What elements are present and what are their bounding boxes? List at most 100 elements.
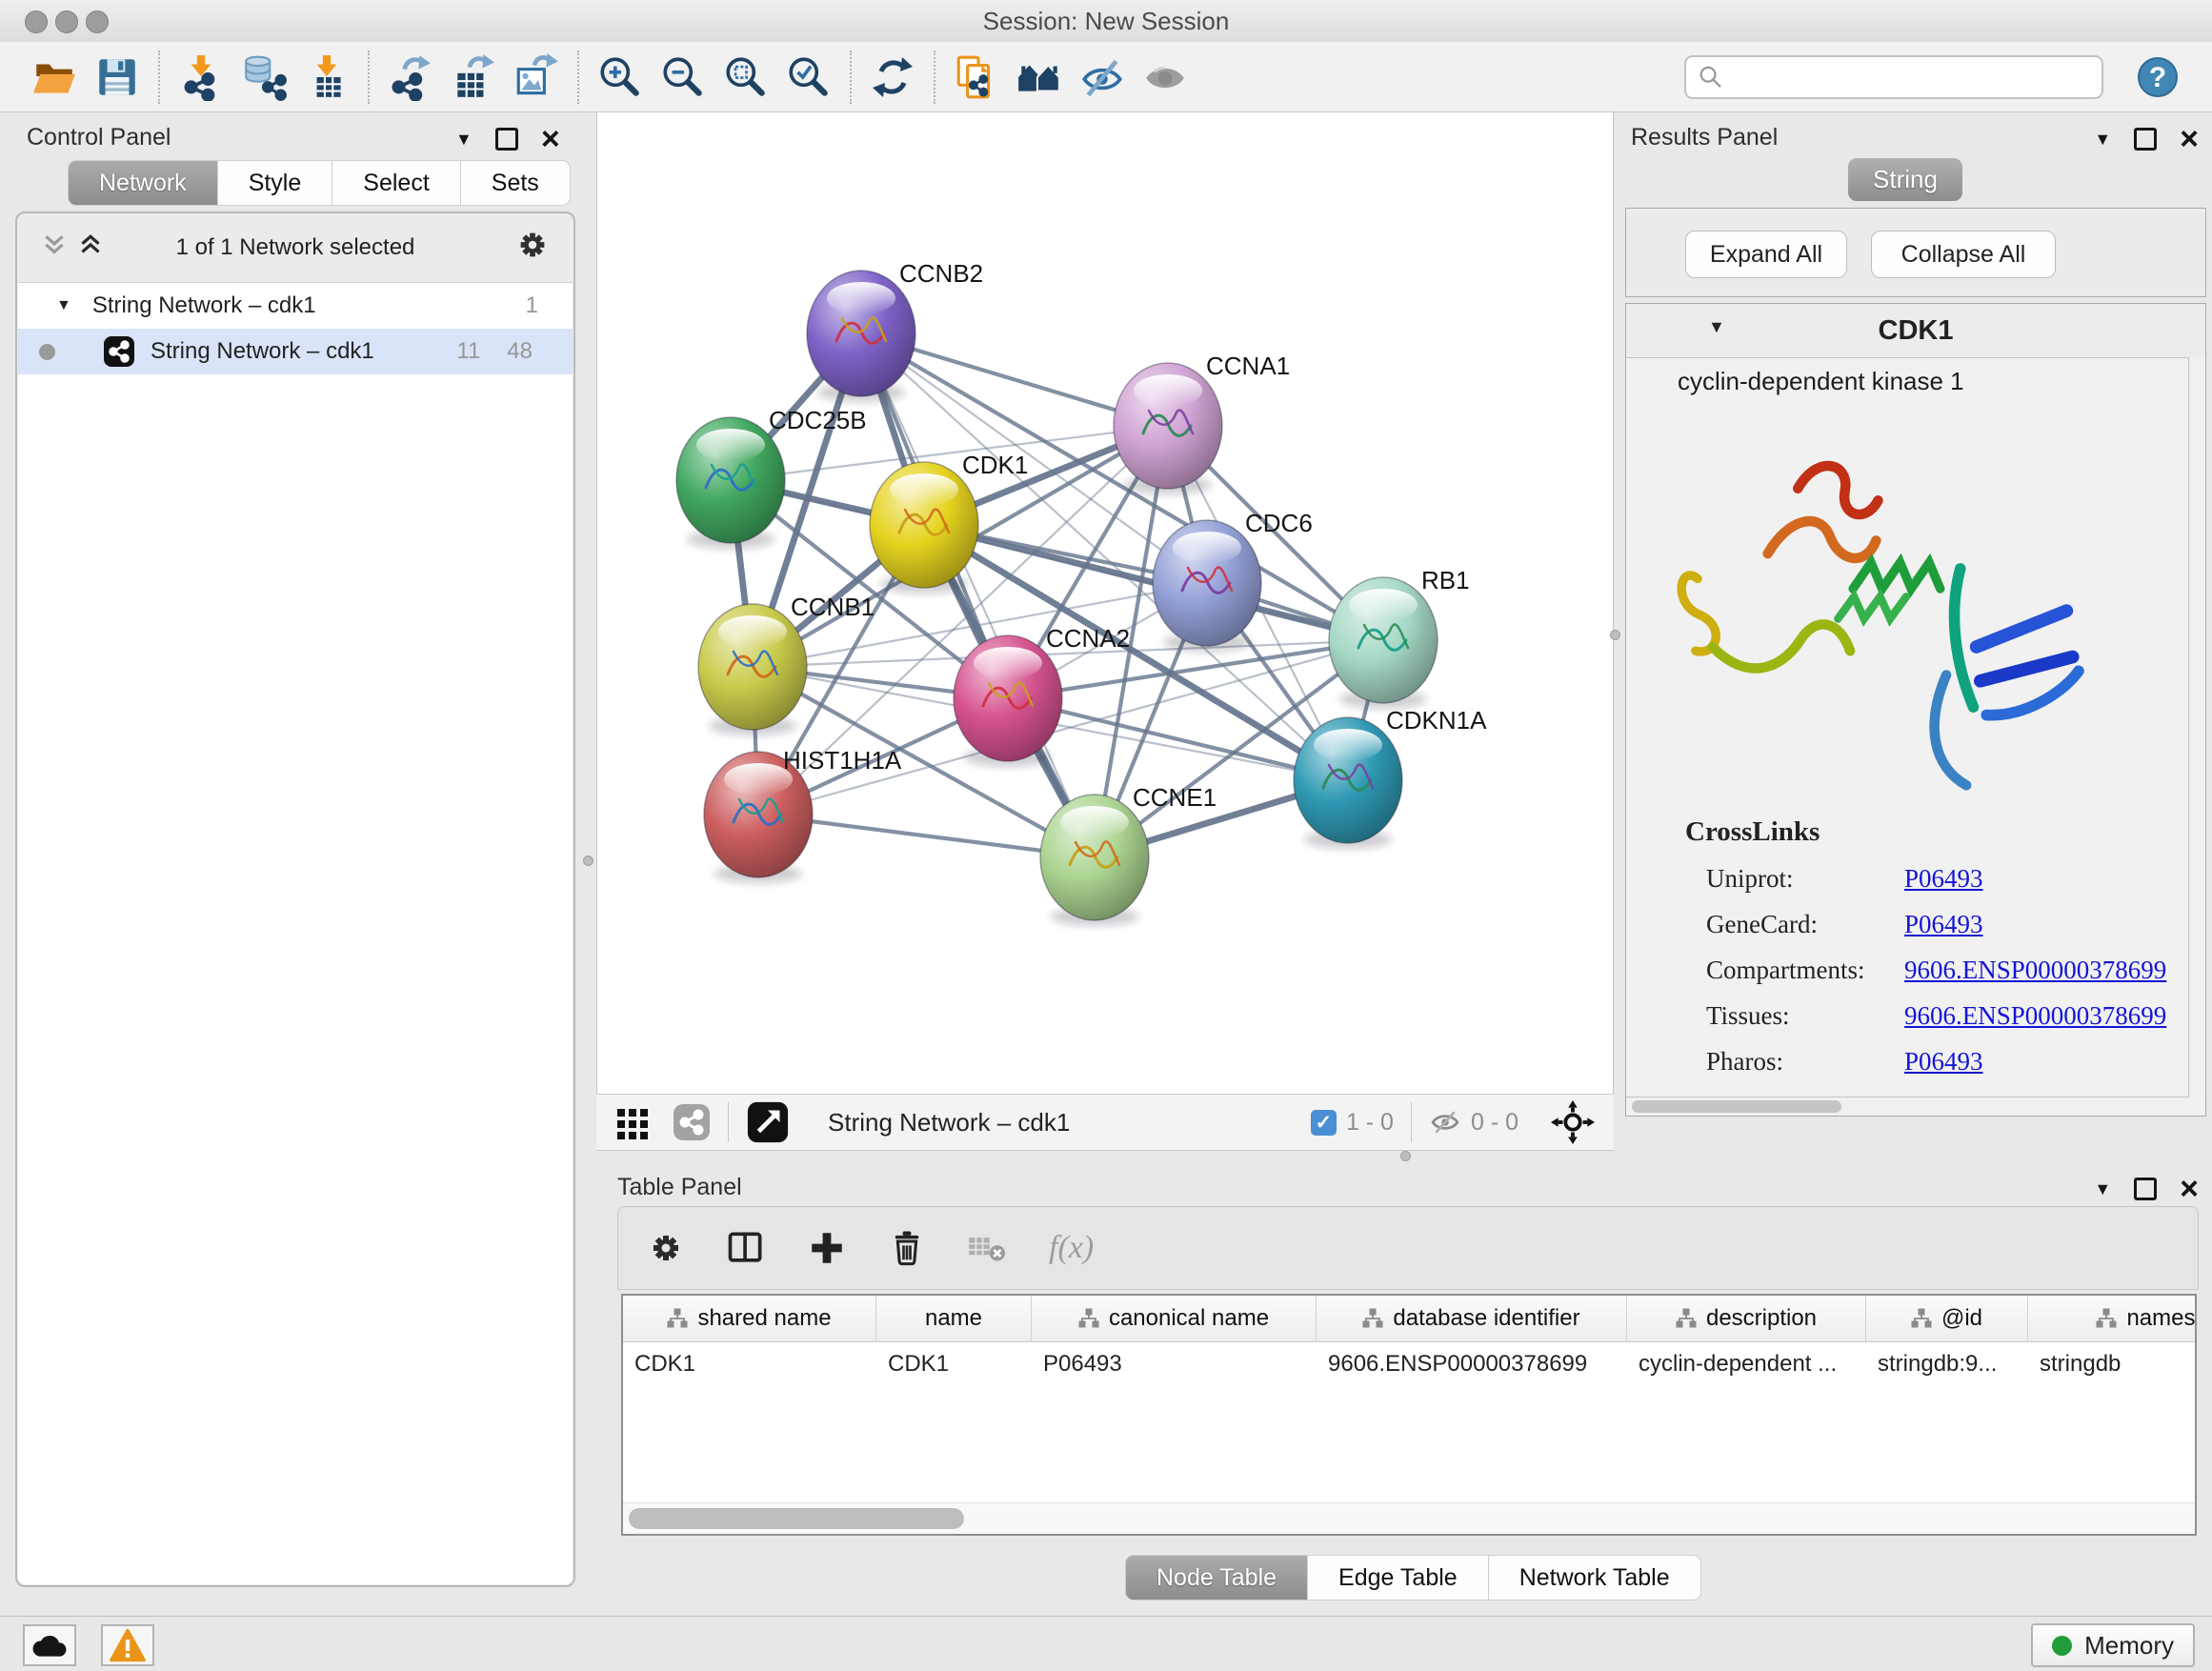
network-options-gear-icon[interactable]: [514, 227, 551, 263]
network-node-CDK1[interactable]: [870, 462, 978, 594]
crosslink-link[interactable]: P06493: [1904, 864, 1983, 894]
panel-close-icon[interactable]: ×: [2180, 1178, 2199, 1199]
crosshair-icon[interactable]: [1551, 1100, 1595, 1144]
table-cell[interactable]: 9606.ENSP00000378699: [1317, 1342, 1627, 1386]
network-node-CCNB1[interactable]: [698, 604, 807, 735]
scrollbar-thumb[interactable]: [629, 1508, 964, 1529]
detach-view-icon[interactable]: [746, 1100, 790, 1144]
collapse-all-button[interactable]: Collapse All: [1871, 231, 2056, 278]
show-all-button[interactable]: [1134, 47, 1196, 108]
table-cell[interactable]: CDK1: [623, 1342, 876, 1386]
panel-menu-icon[interactable]: ▼: [2094, 1180, 2111, 1198]
help-button[interactable]: ?: [2126, 47, 2189, 108]
table-header--id[interactable]: @id: [1866, 1296, 2028, 1341]
network-collection-row[interactable]: ▼ String Network – cdk1 1: [18, 283, 573, 329]
network-edge[interactable]: [861, 333, 1095, 857]
crosslink-link[interactable]: P06493: [1904, 910, 1983, 939]
crosslink-link[interactable]: P06493: [1904, 1047, 1983, 1077]
crosslink-link[interactable]: 9606.ENSP00000378699: [1904, 956, 2166, 985]
zoom-out-button[interactable]: [652, 47, 714, 108]
selected-checkbox-icon[interactable]: ✓: [1311, 1110, 1337, 1136]
network-row[interactable]: String Network – cdk1 11 48: [18, 329, 573, 374]
table-header-namespace[interactable]: namespace: [2028, 1296, 2195, 1341]
tab-network-table[interactable]: Network Table: [1488, 1555, 1701, 1601]
scrollbar-thumb[interactable]: [1632, 1100, 1841, 1113]
table-cell[interactable]: stringdb: [2028, 1342, 2195, 1386]
export-image-button[interactable]: [505, 47, 568, 108]
export-table-button[interactable]: [442, 47, 505, 108]
results-vertical-scrollbar[interactable]: [2188, 357, 2205, 1097]
open-session-button[interactable]: [23, 47, 86, 108]
network-node-CDKN1A[interactable]: [1294, 717, 1402, 849]
network-canvas[interactable]: CCNB2CCNA1CDC25BCDK1CDC6RB1CCNB1CCNA2CDK…: [596, 112, 1614, 1094]
search-box[interactable]: [1684, 55, 2103, 99]
network-node-CCNB2[interactable]: [807, 271, 915, 402]
table-header-name[interactable]: name: [876, 1296, 1032, 1341]
results-horizontal-scrollbar[interactable]: [1626, 1097, 2189, 1116]
table-mode-gear-icon[interactable]: [647, 1229, 685, 1267]
memory-button[interactable]: Memory: [2031, 1623, 2195, 1667]
zoom-selected-button[interactable]: [777, 47, 840, 108]
first-neighbors-button[interactable]: [945, 47, 1008, 108]
import-table-file-button[interactable]: [295, 47, 358, 108]
search-input[interactable]: [1724, 63, 2090, 91]
collection-expander-icon[interactable]: ▼: [56, 297, 71, 314]
import-network-file-button[interactable]: [170, 47, 232, 108]
hide-selected-button[interactable]: [1071, 47, 1134, 108]
tab-edge-table[interactable]: Edge Table: [1307, 1555, 1489, 1601]
show-columns-icon[interactable]: [725, 1227, 767, 1269]
toolbar-separator: [850, 50, 852, 104]
panel-close-icon[interactable]: ×: [541, 129, 560, 150]
network-node-CCNE1[interactable]: [1040, 795, 1149, 926]
panel-float-icon[interactable]: [2134, 1178, 2157, 1200]
save-session-button[interactable]: [86, 47, 149, 108]
main-toolbar: ?: [0, 42, 2212, 112]
zoom-in-button[interactable]: [589, 47, 652, 108]
table-cell[interactable]: P06493: [1032, 1342, 1317, 1386]
panel-menu-icon[interactable]: ▼: [2094, 131, 2111, 148]
crosslink-link[interactable]: 9606.ENSP00000378699: [1904, 1001, 2166, 1031]
tab-network[interactable]: Network: [68, 160, 218, 206]
network-node-CCNA1[interactable]: [1114, 363, 1222, 494]
tab-style[interactable]: Style: [217, 160, 333, 206]
panel-float-icon[interactable]: [495, 128, 518, 151]
table-header-database-identifier[interactable]: database identifier: [1317, 1296, 1627, 1341]
table-header-canonical-name[interactable]: canonical name: [1032, 1296, 1317, 1341]
network-node-CDC25B[interactable]: [676, 417, 785, 549]
table-horizontal-scrollbar[interactable]: [623, 1502, 2195, 1534]
table-row[interactable]: CDK1CDK1P064939606.ENSP00000378699cyclin…: [623, 1342, 2195, 1386]
import-network-database-button[interactable]: [232, 47, 295, 108]
memory-label: Memory: [2084, 1631, 2174, 1661]
tab-string[interactable]: String: [1848, 158, 1962, 201]
tab-node-table[interactable]: Node Table: [1125, 1555, 1308, 1601]
panel-close-icon[interactable]: ×: [2180, 129, 2199, 150]
protein-section-header[interactable]: ▼ CDK1: [1626, 304, 2205, 358]
network-node-RB1[interactable]: [1329, 577, 1438, 709]
create-column-plus-icon[interactable]: [807, 1228, 847, 1268]
table-header-description[interactable]: description: [1627, 1296, 1866, 1341]
right-splitter-handle[interactable]: [1610, 630, 1620, 640]
zoom-fit-button[interactable]: [714, 47, 777, 108]
panel-menu-icon[interactable]: ▼: [455, 131, 473, 148]
table-cell[interactable]: CDK1: [876, 1342, 1032, 1386]
network-node-CDC6[interactable]: [1153, 520, 1261, 652]
network-overview-icon[interactable]: [673, 1103, 711, 1141]
tab-sets[interactable]: Sets: [460, 160, 571, 206]
table-header-shared-name[interactable]: shared name: [623, 1296, 876, 1341]
table-cell[interactable]: cyclin-dependent ...: [1627, 1342, 1866, 1386]
horizontal-splitter-handle[interactable]: [1400, 1151, 1411, 1161]
delete-column-trash-icon[interactable]: [887, 1227, 927, 1269]
home-button[interactable]: [1008, 47, 1071, 108]
panel-float-icon[interactable]: [2134, 128, 2157, 151]
protein-details-box: ▼ CDK1 cyclin-dependent kinase 1: [1625, 303, 2206, 1117]
expand-all-button[interactable]: Expand All: [1685, 231, 1847, 278]
export-table-icon: [450, 53, 497, 101]
export-network-button[interactable]: [379, 47, 442, 108]
left-splitter-handle[interactable]: [583, 856, 593, 866]
apply-layout-button[interactable]: [861, 47, 924, 108]
tab-select[interactable]: Select: [332, 160, 460, 206]
table-cell[interactable]: stringdb:9...: [1866, 1342, 2028, 1386]
warnings-button[interactable]: [101, 1624, 154, 1666]
birds-eye-grid-icon[interactable]: [615, 1105, 650, 1139]
cloud-status-button[interactable]: [23, 1624, 76, 1666]
